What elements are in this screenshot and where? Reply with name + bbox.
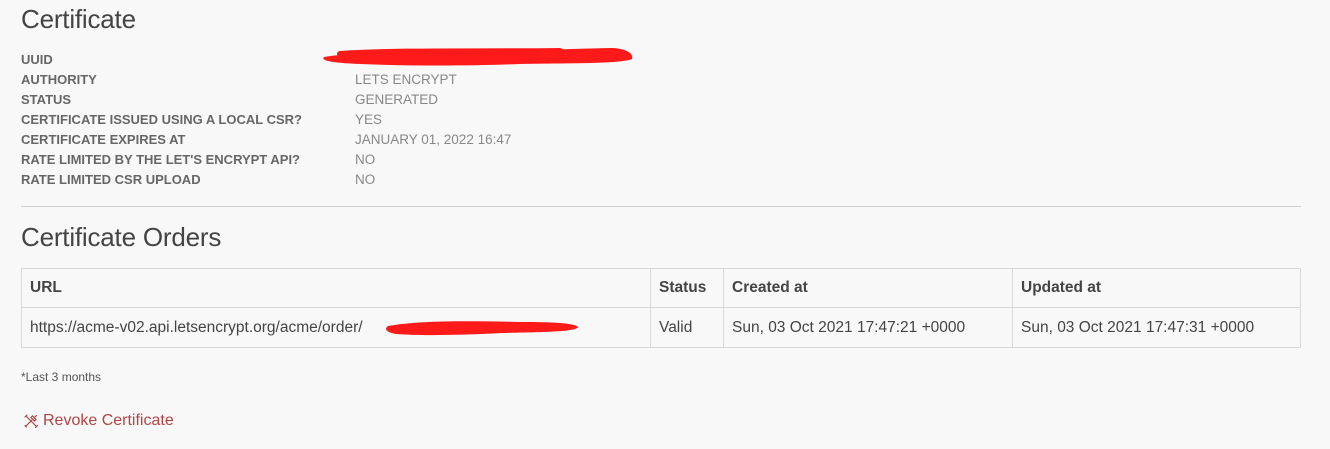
detail-row-authority: AUTHORITY LETS ENCRYPT xyxy=(21,70,511,90)
detail-row-rate-limited-api: RATE LIMITED BY THE LET'S ENCRYPT API? NO xyxy=(21,150,511,170)
detail-value: LETS ENCRYPT xyxy=(355,72,457,87)
detail-value: JANUARY 01, 2022 16:47 xyxy=(355,132,512,147)
detail-key: RATE LIMITED CSR UPLOAD xyxy=(21,172,201,187)
section-divider xyxy=(21,206,1301,207)
detail-key: UUID xyxy=(21,52,53,67)
redaction-mark xyxy=(386,321,578,336)
order-created-at: Sun, 03 Oct 2021 17:47:21 +0000 xyxy=(723,307,1013,348)
detail-value: NO xyxy=(355,152,376,167)
detail-row-expires: CERTIFICATE EXPIRES AT JANUARY 01, 2022 1… xyxy=(21,130,511,150)
column-header-url: URL xyxy=(21,268,651,308)
certificate-page: Certificate UUID AUTHORITY LETS ENCRYPT S… xyxy=(0,0,1330,449)
orders-table: URL Status Created at Updated at https:/… xyxy=(21,268,1301,348)
detail-row-rate-limited-csr: RATE LIMITED CSR UPLOAD NO xyxy=(21,170,511,190)
column-header-created: Created at xyxy=(723,268,1013,308)
order-url-cell: https://acme-v02.api.letsencrypt.org/acm… xyxy=(21,307,651,348)
detail-key: AUTHORITY xyxy=(21,72,97,87)
certificate-details: UUID AUTHORITY LETS ENCRYPT STATUS GENERAT… xyxy=(21,50,511,190)
detail-key: CERTIFICATE ISSUED USING A LOCAL CSR? xyxy=(21,112,302,127)
revoke-certificate-label: Revoke Certificate xyxy=(43,412,174,429)
order-updated-at: Sun, 03 Oct 2021 17:47:31 +0000 xyxy=(1012,307,1301,348)
redaction-mark xyxy=(323,48,633,66)
detail-row-status: STATUS GENERATED xyxy=(21,90,511,110)
detail-value: GENERATED xyxy=(355,92,439,107)
order-status: Valid xyxy=(650,307,724,348)
orders-title: Certificate Orders xyxy=(21,222,222,252)
detail-key: CERTIFICATE EXPIRES AT xyxy=(21,132,186,147)
order-url: https://acme-v02.api.letsencrypt.org/acm… xyxy=(30,318,363,336)
certificate-title: Certificate xyxy=(21,4,136,34)
table-row: https://acme-v02.api.letsencrypt.org/acm… xyxy=(21,307,1301,348)
column-header-status: Status xyxy=(650,268,724,308)
detail-value: YES xyxy=(355,112,383,127)
column-header-updated: Updated at xyxy=(1012,268,1301,308)
footnote: *Last 3 months xyxy=(21,370,102,384)
detail-row-local-csr: CERTIFICATE ISSUED USING A LOCAL CSR? YES xyxy=(21,110,511,130)
detail-value: NO xyxy=(355,172,376,187)
tools-icon xyxy=(24,414,39,429)
revoke-certificate-link[interactable]: Revoke Certificate xyxy=(23,412,174,430)
detail-key: RATE LIMITED BY THE LET'S ENCRYPT API? xyxy=(21,152,300,167)
table-header-row: URL Status Created at Updated at xyxy=(21,268,1301,308)
detail-key: STATUS xyxy=(21,92,72,107)
